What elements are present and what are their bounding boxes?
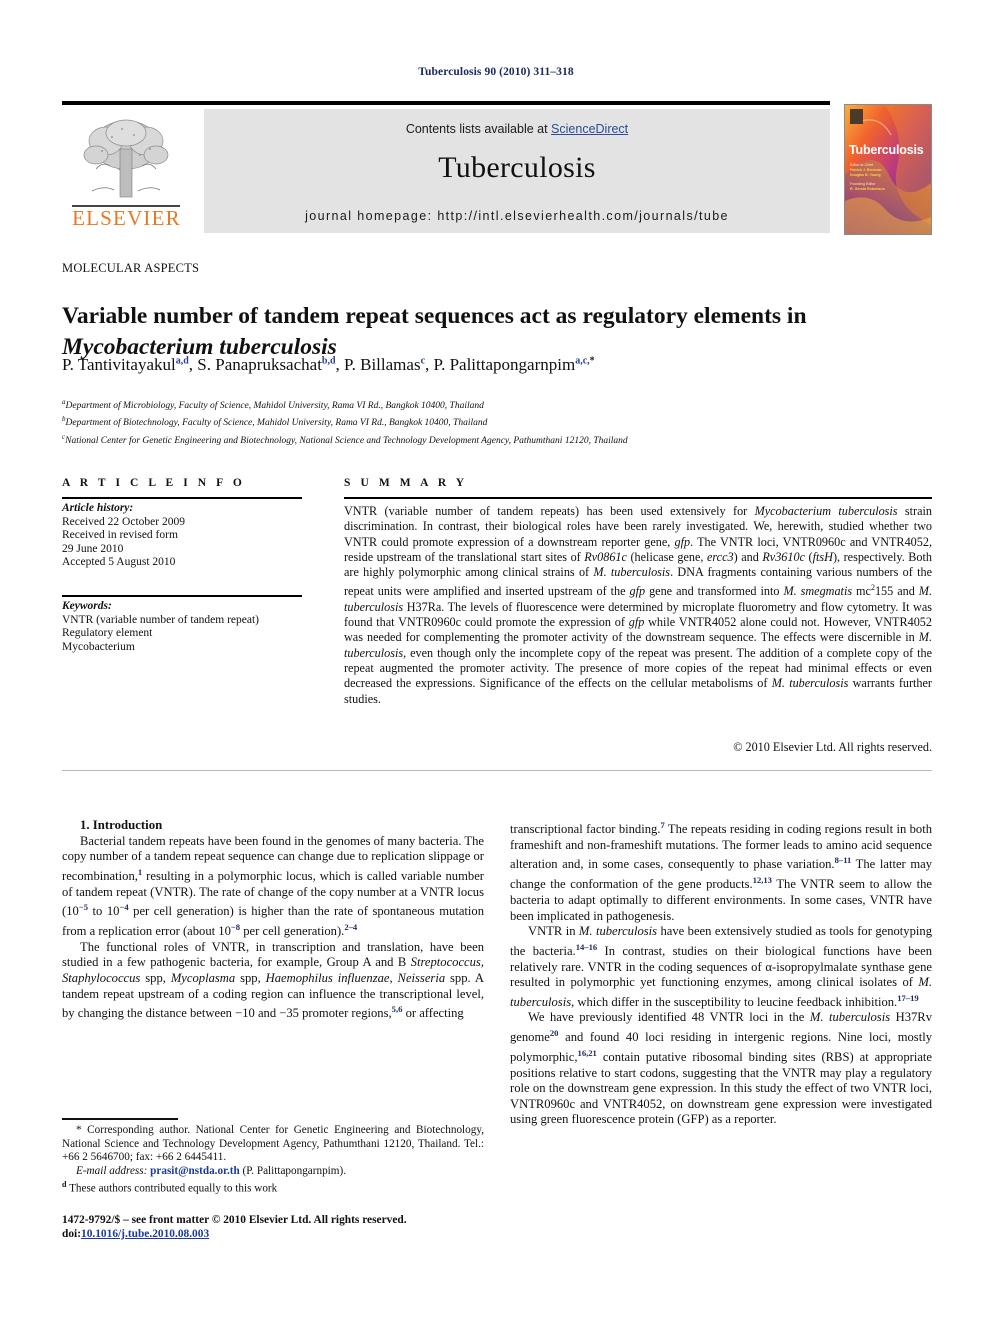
journal-cover-thumbnail: Tuberculosis Editor-in-Chief Patrick J. … (844, 104, 932, 235)
contents-prefix: Contents lists available at (405, 122, 552, 136)
cover-meta-line-5: R. Gerald Robertson (850, 187, 885, 191)
keyword-item: Mycobacterium (62, 640, 135, 653)
body-paragraph: VNTR in M. tuberculosis have been extens… (510, 924, 932, 1009)
journal-info-band: Contents lists available at ScienceDirec… (204, 109, 830, 233)
keywords-label: Keywords: (62, 600, 112, 612)
body-paragraph: We have previously identified 48 VNTR lo… (510, 1010, 933, 1127)
page-title: Variable number of tandem repeat sequenc… (62, 301, 932, 363)
keyword-item: VNTR (variable number of tandem repeat) (62, 613, 260, 626)
cover-title: Tuberculosis (849, 143, 924, 157)
masthead-top-rule (62, 101, 830, 105)
elsevier-tree-icon (83, 119, 169, 198)
introduction-heading: 1. Introduction (80, 818, 163, 832)
summary-rule-top (344, 497, 932, 499)
equal-contribution-marker: d (62, 1180, 67, 1190)
doi-prefix: doi: (62, 1228, 81, 1240)
footnote-block: * Corresponding author. National Center … (62, 1124, 484, 1197)
article-history-line: Accepted 5 August 2010 (62, 556, 176, 569)
email-note: E-mail address: prasit@nstda.or.th (P. P… (62, 1165, 484, 1179)
affiliation-text: National Center for Genetic Engineering … (65, 435, 628, 446)
author-name: P. Palittapongarnpim (433, 355, 576, 374)
body-paragraph: transcriptional factor binding.7 The rep… (510, 820, 933, 923)
article-info-rule-mid (62, 595, 302, 597)
section-label: MOLECULAR ASPECTS (62, 261, 200, 275)
keywords-block: Keywords: VNTR (variable number of tande… (62, 600, 310, 654)
author-affil-marker: a,d (175, 355, 189, 367)
body-paragraph: Bacterial tandem repeats have been found… (62, 833, 484, 939)
journal-homepage-link[interactable]: journal homepage: http://intl.elsevierhe… (204, 209, 830, 223)
copyright-line: © 2010 Elsevier Ltd. All rights reserved… (733, 740, 932, 754)
abstract-block-bottom-rule (62, 770, 932, 771)
email-label: E-mail address: (76, 1164, 148, 1177)
affiliation-item: cNational Center for Genetic Engineering… (62, 431, 932, 448)
affiliation-item: bDepartment of Biotechnology, Faculty of… (62, 413, 932, 430)
article-history-line: Received in revised form (62, 529, 178, 542)
footnote-separator (62, 1118, 178, 1120)
sciencedirect-link[interactable]: ScienceDirect (551, 122, 628, 136)
equal-contribution-note: d These authors contributed equally to t… (62, 1178, 484, 1196)
body-column-right: transcriptional factor binding.7 The rep… (510, 818, 932, 1128)
equal-contribution-text: These authors contributed equally to thi… (69, 1183, 278, 1196)
summary-heading: S U M M A R Y (344, 477, 468, 489)
author-name: P. Tantivitayakul (62, 355, 176, 374)
affiliation-list: aDepartment of Microbiology, Faculty of … (62, 396, 932, 448)
cover-editor-block: Editor-in-Chief Patrick J. Brennan Dougl… (850, 163, 920, 192)
keyword-item: Regulatory element (62, 627, 153, 640)
running-head: Tuberculosis 90 (2010) 311–318 (418, 66, 574, 78)
body-column-left: 1. Introduction Bacterial tandem repeats… (62, 818, 484, 1022)
affiliation-item: aDepartment of Microbiology, Faculty of … (62, 396, 932, 413)
article-info-rule-top (62, 497, 302, 499)
elsevier-logo: ELSEVIER (64, 109, 189, 233)
cover-meta-line-3: Douglas B. Young (850, 173, 881, 177)
author-list: P. Tantivitayakula,d, S. Panapruksachatb… (62, 355, 932, 375)
author-affil-marker: b,d (321, 355, 336, 367)
article-history-line: Received 22 October 2009 (62, 515, 185, 528)
author-name: S. Panapruksachat (197, 355, 322, 374)
title-line-1: Variable number of tandem repeat sequenc… (62, 302, 807, 329)
corresponding-author-note: * Corresponding author. National Center … (62, 1124, 484, 1164)
doi-line: doi:10.1016/j.tube.2010.08.003 (62, 1227, 562, 1241)
author-sep: , (188, 355, 198, 374)
journal-masthead: ELSEVIER Contents lists available at Sci… (62, 101, 932, 235)
body-paragraph: The functional roles of VNTR, in transcr… (62, 939, 484, 1021)
author-sep: , (425, 355, 434, 374)
article-history-line: 29 June 2010 (62, 542, 124, 555)
article-info-heading: A R T I C L E I N F O (62, 477, 246, 489)
author-affil-marker: a,c, (575, 355, 590, 367)
cover-elsevier-mark (850, 109, 863, 124)
affiliation-text: Department of Biotechnology, Faculty of … (65, 418, 488, 429)
article-page: Tuberculosis 90 (2010) 311–318 ELSEVIER … (0, 0, 992, 1323)
affiliation-text: Department of Microbiology, Faculty of S… (65, 401, 484, 412)
cover-meta-line-2: Patrick J. Brennan (850, 168, 882, 172)
article-history-label: Article history: (62, 502, 134, 514)
doi-link[interactable]: 10.1016/j.tube.2010.08.003 (81, 1228, 209, 1240)
imprint-block: 1472-9792/$ – see front matter © 2010 El… (62, 1213, 562, 1241)
elsevier-wordmark: ELSEVIER (72, 206, 181, 230)
journal-title: Tuberculosis (438, 151, 596, 184)
abstract-text: VNTR (variable number of tandem repeats)… (344, 504, 933, 706)
email-owner: (P. Palittapongarnpim). (242, 1164, 347, 1177)
corresponding-author-marker: * (589, 355, 595, 367)
contents-available-line: Contents lists available at ScienceDirec… (204, 122, 830, 136)
email-link[interactable]: prasit@nstda.or.th (150, 1165, 240, 1177)
author-sep: , (335, 355, 345, 374)
author-name: P. Billamas (344, 355, 421, 374)
article-history-block: Article history: Received 22 October 200… (62, 502, 310, 570)
issn-copyright-line: 1472-9792/$ – see front matter © 2010 El… (62, 1214, 407, 1226)
